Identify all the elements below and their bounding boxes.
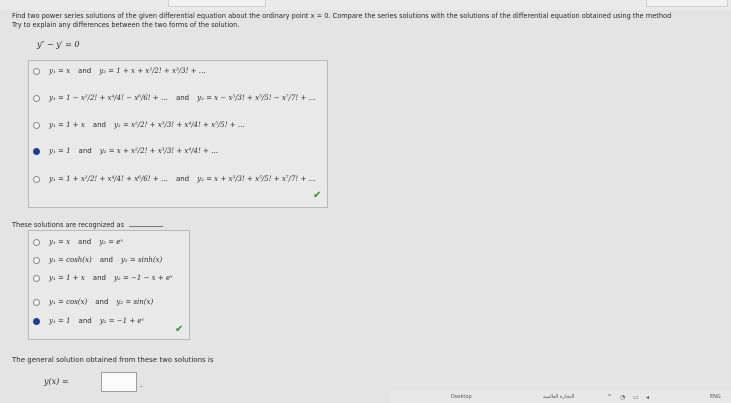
option-y1: y₁ = 1 + x (49, 274, 85, 282)
radio-button[interactable] (33, 256, 40, 264)
option-y2: y₂ = x²/2! + x³/3! + x⁴/4! + x⁵/5! + … (113, 121, 245, 129)
general-solution-prompt: The general solution obtained from these… (12, 356, 214, 364)
option-y2: y₂ = 1 + x + x²/2! + x³/3! + … (99, 67, 206, 75)
series-option-4[interactable]: y₁ = 1 and y₂ = x + x²/2! + x³/3! + x⁴/4… (33, 145, 218, 157)
volume-icon[interactable]: ◂ (646, 394, 649, 401)
browser-tab[interactable] (168, 0, 266, 7)
option-y2: y₂ = sin(x) (116, 298, 154, 306)
quiz-page: Find two power series solutions of the g… (0, 0, 731, 403)
option-connector: and (99, 256, 113, 264)
option-y2: y₂ = x + x²/2! + x³/3! + x⁴/4! + … (99, 147, 219, 155)
option-y2: y₂ = −1 + eˣ (99, 317, 145, 325)
browser-tab[interactable] (646, 0, 728, 7)
option-connector: and (175, 175, 190, 183)
recognized-option-5[interactable]: y₁ = 1 and y₂ = −1 + eˣ (33, 315, 144, 327)
option-y1: y₁ = 1 − x²/2! + x⁴/4! − x⁶/6! + … (49, 94, 168, 102)
battery-icon[interactable]: ▭ (633, 394, 639, 401)
question-text-line-1: Find two power series solutions of the g… (12, 12, 672, 20)
option-y1: y₁ = cosh(x) (49, 256, 92, 264)
option-y2: y₂ = −1 − x + eˣ (113, 274, 173, 282)
general-solution-input[interactable] (101, 372, 137, 392)
option-y2: y₂ = x − x³/3! + x⁵/5! − x⁷/7! + … (197, 94, 316, 102)
wifi-icon[interactable]: ◔ (620, 394, 625, 401)
recognized-option-2[interactable]: y₁ = cosh(x) and y₂ = sinh(x) (33, 254, 162, 266)
recognized-prompt-text: These solutions are recognized as (12, 221, 125, 229)
correct-check-icon: ✔ (313, 190, 322, 201)
recognized-option-1[interactable]: y₁ = x and y₂ = eˣ (33, 236, 123, 248)
option-connector: and (78, 147, 92, 155)
option-y1: y₁ = 1 + x²/2! + x⁴/4! + x⁶/6! + … (49, 175, 168, 183)
recognized-solution-choices: y₁ = x and y₂ = eˣ y₁ = cosh(x) and y₂ =… (28, 230, 190, 340)
radio-button[interactable] (33, 238, 40, 246)
option-y2: y₂ = eˣ (99, 238, 123, 246)
browser-top-strip (0, 0, 731, 10)
option-connector: and (78, 317, 92, 325)
radio-button-selected[interactable] (33, 317, 40, 325)
question-text-line-2: Try to explain any differences between t… (12, 21, 240, 29)
option-y2: y₂ = x + x³/3! + x⁵/5! + x⁷/7! + … (197, 175, 316, 183)
differential-equation: y″ − y′ = 0 (37, 40, 80, 49)
language-indicator[interactable]: ENG (710, 394, 721, 400)
option-connector: and (92, 274, 106, 282)
answer-period: . (140, 380, 143, 389)
radio-button[interactable] (33, 298, 40, 306)
option-y1: y₁ = 1 (49, 147, 71, 155)
option-connector: and (78, 67, 92, 75)
taskbar-search-text[interactable]: التجارة العالمية (543, 394, 574, 400)
option-y1: y₁ = cos(x) (49, 298, 88, 306)
blank-line (129, 226, 164, 227)
series-option-2[interactable]: y₁ = 1 − x²/2! + x⁴/4! − x⁶/6! + … and y… (33, 92, 316, 104)
series-solution-choices: y₁ = x and y₂ = 1 + x + x²/2! + x³/3! + … (28, 60, 328, 208)
option-y1: y₁ = 1 + x (49, 121, 85, 129)
series-option-3[interactable]: y₁ = 1 + x and y₂ = x²/2! + x³/3! + x⁴/4… (33, 119, 245, 131)
correct-check-icon: ✔ (175, 324, 184, 335)
radio-button[interactable] (33, 121, 40, 129)
chevron-up-icon[interactable]: ^ (607, 394, 612, 401)
option-y1: y₁ = x (49, 238, 71, 246)
option-connector: and (78, 238, 92, 246)
option-connector: and (175, 94, 190, 102)
desktop-label[interactable]: Desktop (451, 394, 472, 400)
radio-button[interactable] (33, 175, 40, 183)
radio-button-selected[interactable] (33, 147, 40, 155)
option-y1: y₁ = x (49, 67, 71, 75)
taskbar: Desktop التجارة العالمية ^ ◔ ▭ ◂ ENG (390, 391, 731, 403)
option-connector: and (95, 298, 109, 306)
recognized-option-3[interactable]: y₁ = 1 + x and y₂ = −1 − x + eˣ (33, 272, 173, 284)
series-option-5[interactable]: y₁ = 1 + x²/2! + x⁴/4! + x⁶/6! + … and y… (33, 173, 316, 185)
radio-button[interactable] (33, 274, 40, 282)
recognized-prompt: These solutions are recognized as (12, 221, 164, 229)
radio-button[interactable] (33, 67, 40, 75)
general-solution-lhs: y(x) = (44, 377, 69, 386)
series-option-1[interactable]: y₁ = x and y₂ = 1 + x + x²/2! + x³/3! + … (33, 65, 206, 77)
option-y2: y₂ = sinh(x) (120, 256, 163, 264)
option-y1: y₁ = 1 (49, 317, 71, 325)
option-connector: and (92, 121, 106, 129)
radio-button[interactable] (33, 94, 40, 102)
recognized-option-4[interactable]: y₁ = cos(x) and y₂ = sin(x) (33, 296, 153, 308)
